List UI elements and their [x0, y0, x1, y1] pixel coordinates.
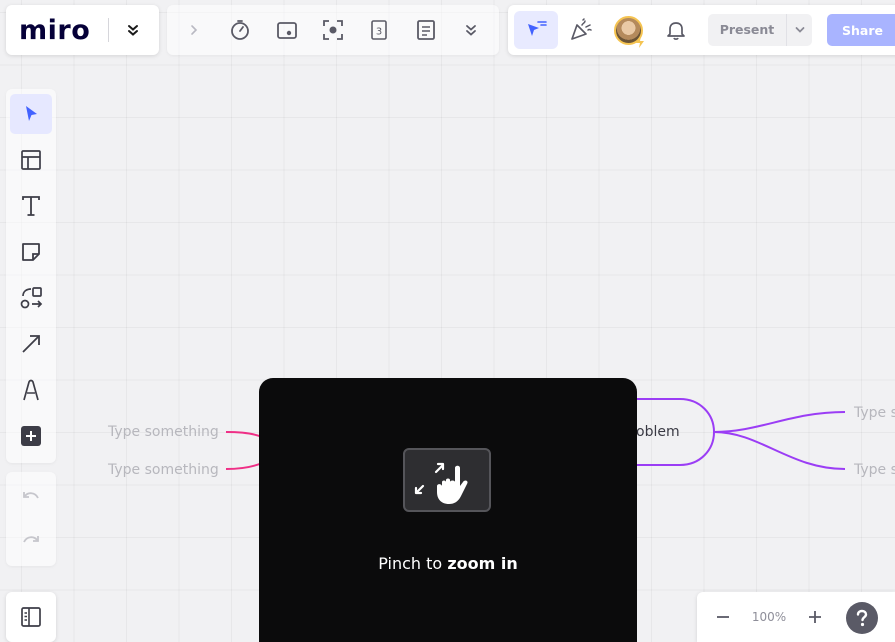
- double-chevron-down-icon: [466, 25, 476, 36]
- arrow-line-icon: [22, 335, 40, 353]
- voting-button[interactable]: [275, 18, 299, 42]
- pinch-zoom-icon: [403, 448, 491, 512]
- help-button[interactable]: [846, 602, 878, 634]
- zoom-out-button[interactable]: [711, 605, 735, 629]
- timer-button[interactable]: [228, 18, 252, 42]
- add-apps-button[interactable]: [10, 416, 52, 456]
- cursor-icon: [26, 106, 37, 121]
- sticky-note-tool[interactable]: [10, 232, 52, 272]
- pinch-zoom-hint: Pinch to zoom in: [259, 378, 637, 642]
- creation-toolbar: [6, 89, 56, 463]
- miro-logo[interactable]: miro: [19, 15, 90, 46]
- board-header: miro: [6, 5, 159, 55]
- pen-tool[interactable]: [10, 370, 52, 410]
- text-tool[interactable]: [10, 186, 52, 226]
- templates-tool[interactable]: [10, 140, 52, 180]
- hint-emphasis: zoom in: [447, 554, 518, 573]
- minus-icon: [717, 616, 729, 618]
- focus-button[interactable]: [321, 18, 345, 42]
- zoom-level[interactable]: 100%: [747, 592, 791, 642]
- mindmap-root-node[interactable]: oblem: [636, 424, 680, 440]
- card-icon: [277, 22, 297, 39]
- shapes-icon: [20, 287, 43, 309]
- redo-button[interactable]: [10, 522, 52, 562]
- pen-icon: [23, 379, 39, 401]
- focus-icon: [323, 20, 343, 40]
- svg-text:3: 3: [376, 27, 382, 38]
- board-panel: [6, 592, 56, 642]
- select-tool[interactable]: [10, 94, 52, 134]
- history-controls: [6, 472, 56, 566]
- right-branch-line-1: [713, 411, 846, 433]
- plus-icon: [809, 611, 821, 623]
- mindmap-node-left-1[interactable]: Type something: [108, 424, 219, 440]
- divider: [108, 18, 110, 42]
- collaboration-toolbar: 3: [167, 5, 499, 55]
- left-branch-line-1: [225, 431, 263, 438]
- board-menu-button[interactable]: [123, 20, 143, 40]
- hint-prefix: Pinch to: [378, 554, 448, 573]
- more-tools-button[interactable]: [459, 18, 483, 42]
- present-button[interactable]: Present: [708, 14, 786, 46]
- mindmap-node-right-2[interactable]: Type s: [854, 462, 895, 478]
- notifications-button[interactable]: [663, 17, 689, 43]
- mindmap-node-left-2[interactable]: Type something: [108, 462, 219, 478]
- redo-icon: [23, 536, 39, 543]
- undo-button[interactable]: [10, 478, 52, 518]
- zoom-controls: 100%: [697, 592, 895, 642]
- zoom-in-button[interactable]: [803, 605, 827, 629]
- mindmap-node-right-1[interactable]: Type s: [854, 405, 895, 421]
- share-button[interactable]: Share: [827, 14, 895, 46]
- timer-icon: [231, 20, 249, 40]
- layout-icon: [21, 150, 41, 170]
- connection-line-tool[interactable]: [10, 324, 52, 364]
- counter-card-icon: 3: [371, 20, 387, 40]
- reactions-button[interactable]: [514, 11, 558, 49]
- pinch-zoom-hint-text: Pinch to zoom in: [259, 554, 637, 573]
- sticky-note-icon: [22, 243, 40, 261]
- left-branch-line-2: [225, 462, 263, 470]
- chevron-down-icon: [795, 27, 804, 33]
- text-icon: [22, 196, 40, 216]
- chevron-right-icon: [191, 25, 198, 35]
- avatar[interactable]: [614, 16, 644, 48]
- bell-icon: [667, 22, 685, 40]
- undo-icon: [23, 492, 39, 499]
- plus-icon: [21, 426, 41, 446]
- sidebar-icon: [21, 607, 41, 627]
- double-chevron-down-icon: [128, 25, 139, 36]
- expand-toolbar-button[interactable]: [182, 18, 206, 42]
- party-popper-icon: [571, 18, 592, 40]
- celebrate-button[interactable]: [568, 17, 594, 43]
- counter-card-button[interactable]: 3: [367, 18, 391, 42]
- notes-button[interactable]: [414, 18, 438, 42]
- notes-icon: [417, 20, 435, 40]
- present-button-group: Present: [708, 14, 812, 46]
- toggle-sidebar-button[interactable]: [10, 597, 52, 637]
- lightning-icon: [636, 36, 644, 48]
- question-mark-icon: [856, 609, 868, 627]
- header-actions: Present Share: [508, 5, 895, 55]
- shapes-tool[interactable]: [10, 278, 52, 318]
- right-branch-line-2: [713, 431, 846, 470]
- cursor-sparkle-icon: [528, 21, 547, 36]
- present-options-button[interactable]: [786, 14, 812, 46]
